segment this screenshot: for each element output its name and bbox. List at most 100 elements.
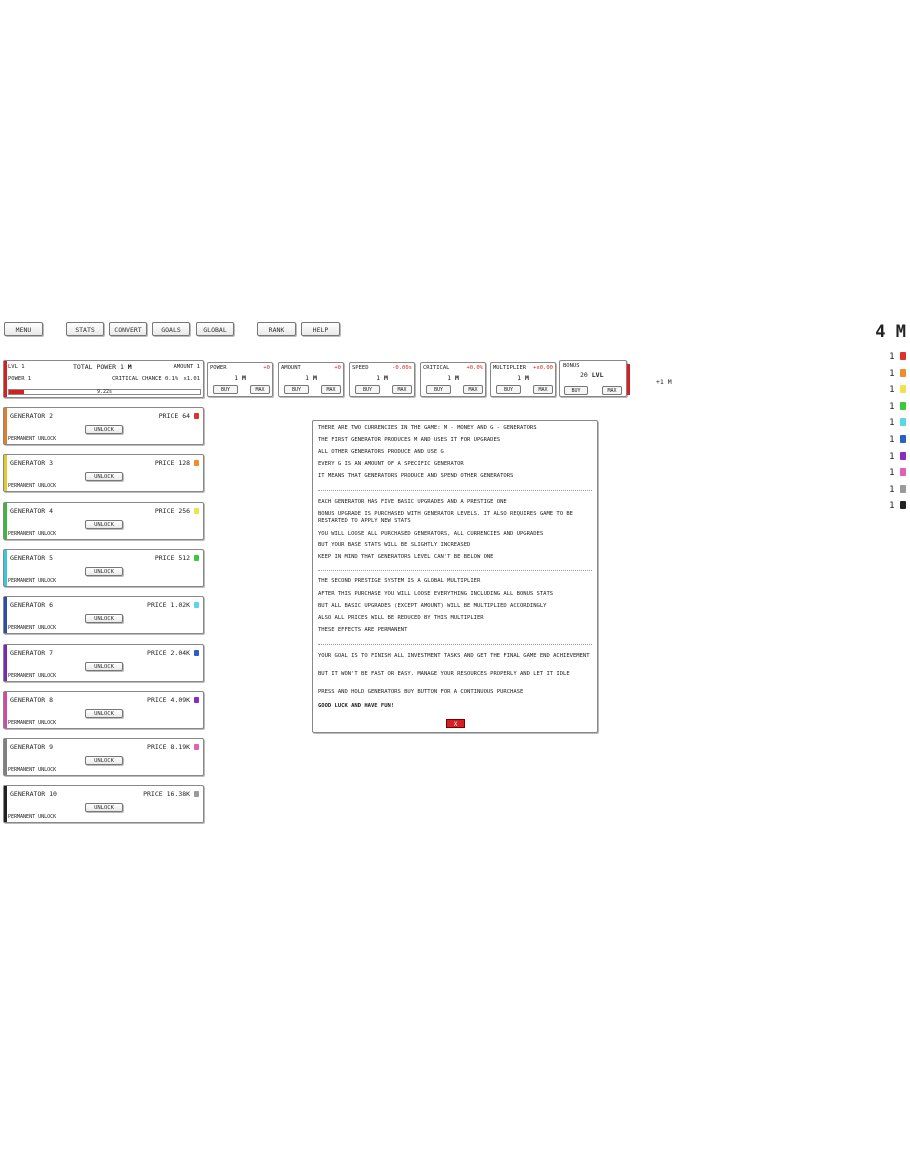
generator-currency-icon <box>900 368 906 377</box>
bonus-max-button[interactable]: MAX <box>602 386 622 395</box>
generator-card: GENERATOR 3 PRICE 128 UNLOCK PERMANENT U… <box>3 454 204 493</box>
convert-button[interactable]: CONVERT <box>109 322 147 336</box>
upgrade-cost: 1 M <box>447 374 459 382</box>
unlock-button[interactable]: UNLOCK <box>85 661 123 671</box>
upgrade-box-speed: SPEED -0.00s 1 M BUY MAX <box>349 362 415 397</box>
unlock-button[interactable]: UNLOCK <box>85 472 123 482</box>
generator-1-level: LVL 1 <box>8 364 25 370</box>
generator-name: GENERATOR 2 <box>10 412 54 420</box>
upgrade-label: POWER <box>210 365 227 371</box>
generator-currency-icon <box>900 484 906 493</box>
generator-color-bar <box>4 408 7 444</box>
unlock-button[interactable]: UNLOCK <box>85 708 123 718</box>
upgrade-buy-button[interactable]: BUY <box>284 385 309 394</box>
upgrade-buy-button[interactable]: BUY <box>355 385 380 394</box>
currency-row: 1 <box>889 366 906 382</box>
generator-price: PRICE 512 <box>155 554 199 562</box>
goals-button[interactable]: GOALS <box>152 322 190 336</box>
generator-1-power: POWER 1 <box>8 376 32 382</box>
generator-currency-icon <box>194 554 199 561</box>
permanent-unlock-link[interactable]: PERMANENT UNLOCK <box>8 531 56 537</box>
upgrade-cost: 1 M <box>376 374 388 382</box>
upgrade-max-button[interactable]: MAX <box>533 385 553 394</box>
menu-button[interactable]: MENU <box>4 322 43 336</box>
generator-color-bar <box>4 786 7 823</box>
generator-name: GENERATOR 6 <box>10 601 54 610</box>
generator-name: GENERATOR 3 <box>10 459 54 468</box>
help-line: ALL OTHER GENERATORS PRODUCE AND USE G <box>318 449 444 455</box>
upgrade-delta: -0.00s <box>392 365 412 371</box>
generator-currency-icon <box>900 501 906 510</box>
generator-currency-icon <box>900 418 906 427</box>
generator-color-bar <box>4 691 7 728</box>
currency-row: 1 <box>889 349 906 365</box>
help-line: BONUS UPGRADE IS PURCHASED WITH GENERATO… <box>318 511 573 524</box>
generator-name: GENERATOR 9 <box>10 743 54 752</box>
upgrade-delta: +0.0% <box>466 365 483 371</box>
permanent-unlock-link[interactable]: PERMANENT UNLOCK <box>8 436 56 442</box>
upgrade-max-button[interactable]: MAX <box>321 385 341 394</box>
generator-card: GENERATOR 8 PRICE 4.09K UNLOCK PERMANENT… <box>3 690 204 729</box>
help-button[interactable]: HELP <box>301 322 340 336</box>
currency-amount: 1 <box>889 401 895 412</box>
permanent-unlock-link[interactable]: PERMANENT UNLOCK <box>8 767 56 773</box>
generator-currency-icon <box>194 460 199 467</box>
income-rate: +1 M <box>656 378 672 386</box>
unlock-button[interactable]: UNLOCK <box>85 756 123 766</box>
progress-time: 9.22s <box>96 389 113 395</box>
critical-chance: CRITICAL CHANCE 0.1% <box>112 376 179 382</box>
unlock-button[interactable]: UNLOCK <box>85 614 123 624</box>
bonus-buy-button[interactable]: BUY <box>564 386 588 395</box>
upgrade-max-button[interactable]: MAX <box>463 385 483 394</box>
generator-color-bar <box>4 644 7 681</box>
upgrade-box-power: POWER +0 1 M BUY MAX <box>207 362 273 397</box>
permanent-unlock-link[interactable]: PERMANENT UNLOCK <box>8 483 56 489</box>
upgrade-max-button[interactable]: MAX <box>250 385 270 394</box>
generator-currency-icon <box>900 468 906 477</box>
upgrade-delta: +0 <box>263 365 270 371</box>
unlock-button[interactable]: UNLOCK <box>85 425 123 434</box>
generator-card: GENERATOR 9 PRICE 8.19K UNLOCK PERMANENT… <box>3 738 204 777</box>
generator-currency-icon <box>194 602 199 609</box>
generator-name: GENERATOR 4 <box>10 506 54 515</box>
permanent-unlock-link[interactable]: PERMANENT UNLOCK <box>8 720 56 726</box>
help-line: PRESS AND HOLD GENERATORS BUY BUTTON FOR… <box>318 689 524 695</box>
generator-price: PRICE 8.19K <box>147 743 199 751</box>
generator-currency-icon <box>900 401 906 410</box>
upgrade-delta: +x0.00 <box>533 365 553 371</box>
currency-row: 1 <box>889 498 906 514</box>
generator-currency-icon <box>194 744 199 751</box>
generator-1-amount: AMOUNT 1 <box>173 364 201 370</box>
unlock-button[interactable]: UNLOCK <box>85 519 123 529</box>
currency-row: 1 <box>889 415 906 431</box>
permanent-unlock-link[interactable]: PERMANENT UNLOCK <box>8 578 56 584</box>
permanent-unlock-link[interactable]: PERMANENT UNLOCK <box>8 673 56 679</box>
generator-currency-icon <box>900 435 906 443</box>
upgrade-cost: 1 M <box>234 374 246 382</box>
rank-button[interactable]: RANK <box>257 322 296 336</box>
help-line: THE SECOND PRESTIGE SYSTEM IS A GLOBAL M… <box>318 578 481 584</box>
generator-price: PRICE 1.02K <box>147 601 199 609</box>
upgrade-buy-button[interactable]: BUY <box>426 385 451 394</box>
help-close-button[interactable]: X <box>446 719 465 728</box>
upgrade-buy-button[interactable]: BUY <box>213 385 238 394</box>
currency-amount: 1 <box>889 368 895 379</box>
help-line: YOUR GOAL IS TO FINISH ALL INVESTMENT TA… <box>318 653 590 659</box>
help-separator <box>318 570 592 571</box>
unlock-button[interactable]: UNLOCK <box>85 566 123 576</box>
permanent-unlock-link[interactable]: PERMANENT UNLOCK <box>8 625 56 631</box>
help-line: AFTER THIS PURCHASE YOU WILL LOOSE EVERY… <box>318 591 554 597</box>
upgrade-buy-button[interactable]: BUY <box>496 385 521 394</box>
generator-price: PRICE 128 <box>155 459 199 467</box>
generator-currency-icon <box>900 352 906 360</box>
global-button[interactable]: GLOBAL <box>196 322 234 336</box>
money-display: 4 M <box>875 322 906 342</box>
permanent-unlock-link[interactable]: PERMANENT UNLOCK <box>8 814 56 820</box>
currency-row: 1 <box>889 482 906 498</box>
upgrade-label: SPEED <box>352 365 369 371</box>
upgrade-max-button[interactable]: MAX <box>392 385 412 394</box>
help-line: YOU WILL LOOSE ALL PURCHASED GENERATORS,… <box>318 531 544 537</box>
stats-button[interactable]: STATS <box>66 322 104 336</box>
unlock-button[interactable]: UNLOCK <box>85 803 123 813</box>
generator-name: GENERATOR 10 <box>10 790 57 799</box>
